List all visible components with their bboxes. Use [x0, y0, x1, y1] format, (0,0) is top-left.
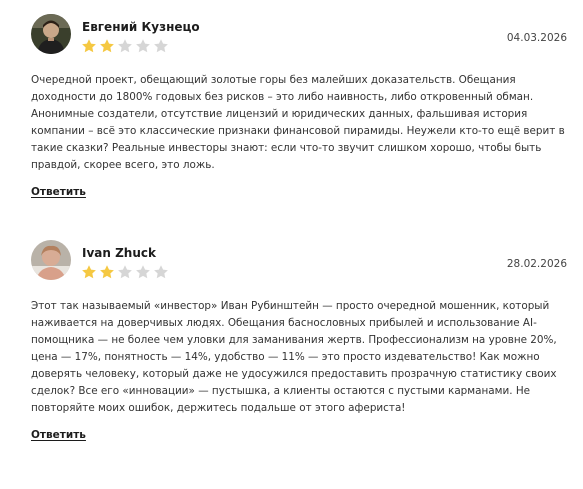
star-empty-icon: [136, 39, 150, 53]
avatar: [31, 240, 71, 280]
review-text: Очередной проект, обещающий золотые горы…: [31, 74, 565, 171]
review-date: 28.02.2026: [506, 258, 567, 270]
review-card: Ivan Zhuck 28.02.2026 Этот так называемы…: [31, 240, 567, 442]
reply-link[interactable]: Ответить: [31, 186, 86, 198]
star-rating: [81, 264, 169, 280]
star-filled-icon: [82, 39, 96, 53]
star-rating: [81, 38, 169, 54]
star-filled-icon: [82, 265, 96, 279]
review-card: Евгений Кузнецо 04.03.2026 Очередной про…: [31, 14, 567, 199]
review-author: Евгений Кузнецо: [82, 20, 200, 34]
star-empty-icon: [118, 39, 132, 53]
star-empty-icon: [136, 265, 150, 279]
star-empty-icon: [154, 39, 168, 53]
review-header: Ivan Zhuck 28.02.2026: [31, 240, 567, 286]
review-text: Этот так называемый «инвестор» Иван Руби…: [31, 300, 557, 414]
review-author: Ivan Zhuck: [82, 246, 156, 260]
reply-link[interactable]: Ответить: [31, 429, 86, 441]
avatar: [31, 14, 71, 54]
star-filled-icon: [100, 39, 114, 53]
star-empty-icon: [154, 265, 168, 279]
star-empty-icon: [118, 265, 132, 279]
review-header: Евгений Кузнецо 04.03.2026: [31, 14, 567, 60]
review-date: 04.03.2026: [506, 32, 567, 44]
star-filled-icon: [100, 265, 114, 279]
